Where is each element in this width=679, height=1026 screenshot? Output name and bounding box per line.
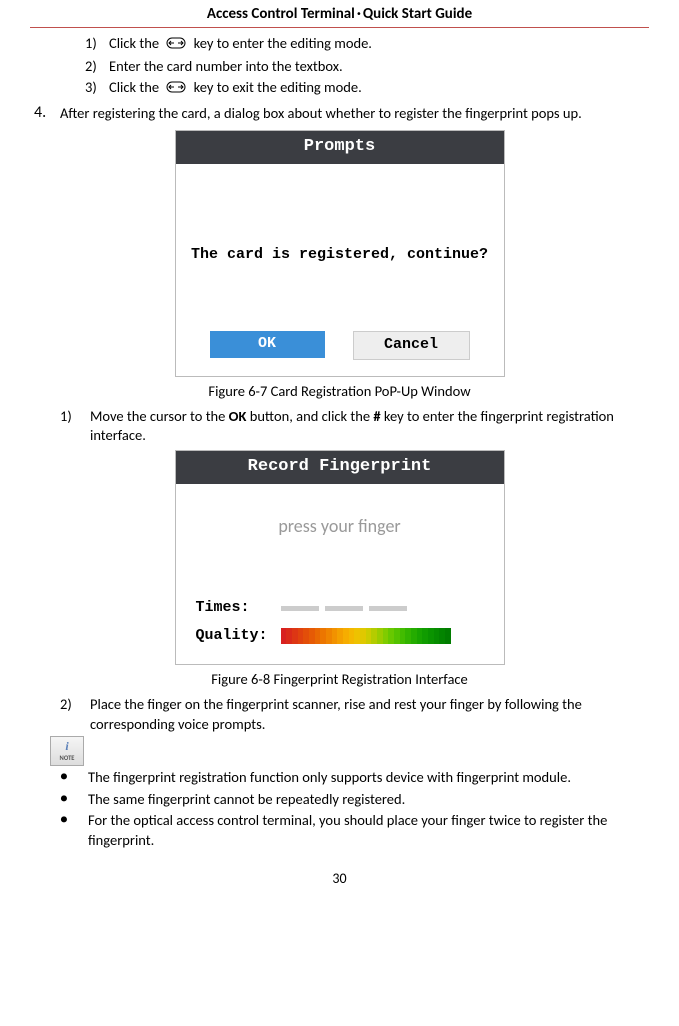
step-text: Click the key to exit the editing mode. (109, 78, 639, 98)
edit-key-icon (165, 35, 187, 55)
bullet-text: The same fingerprint cannot be repeatedl… (88, 790, 639, 810)
step-number: 2) (60, 695, 90, 734)
edit-key-icon (165, 79, 187, 99)
step-text: After registering the card, a dialog box… (60, 102, 649, 124)
note-label: NOTE (60, 754, 75, 763)
step-number: 2) (85, 57, 109, 77)
bullet-icon: ● (60, 811, 88, 850)
note-icon: i NOTE (50, 736, 84, 766)
info-i-icon: i (60, 740, 74, 754)
step-number: 1) (60, 407, 90, 446)
bullet-icon: ● (60, 768, 88, 788)
sub-steps-list-2: 1) Move the cursor to the OK button, and… (60, 407, 639, 446)
dialog-title: Prompts (176, 131, 504, 164)
step-number: 3) (85, 78, 109, 98)
quality-bar (281, 628, 451, 644)
record-fingerprint-dialog: Record Fingerprint press your finger Tim… (175, 450, 505, 666)
bullet-icon: ● (60, 790, 88, 810)
dialog-body: The card is registered, continue? (176, 164, 504, 319)
note-bullet-list: ● The fingerprint registration function … (60, 768, 639, 850)
sub-steps-list: 1) Click the key to enter the editing mo… (85, 34, 639, 98)
bullet-item: ● For the optical access control termina… (60, 811, 639, 850)
main-step-4: 4. After registering the card, a dialog … (34, 102, 649, 124)
sub-step-1b: 1) Move the cursor to the OK button, and… (60, 407, 639, 446)
page-header: Access Control Terminal·Quick Start Guid… (30, 0, 649, 27)
figure-caption-2: Figure 6-8 Fingerprint Registration Inte… (30, 670, 649, 690)
press-finger-text: press your finger (196, 514, 484, 538)
bullet-text: The fingerprint registration function on… (88, 768, 639, 788)
dialog-buttons: OK Cancel (176, 319, 504, 376)
dialog-title: Record Fingerprint (176, 451, 504, 484)
sub-step-3: 3) Click the key to exit the editing mod… (85, 78, 639, 98)
header-title-left: Access Control Terminal (207, 5, 355, 23)
bullet-text: For the optical access control terminal,… (88, 811, 639, 850)
header-divider (30, 27, 649, 28)
document-page: Access Control Terminal·Quick Start Guid… (0, 0, 679, 909)
step-number: 4. (34, 102, 60, 124)
header-separator: · (357, 5, 361, 23)
quality-label: Quality: (196, 626, 281, 646)
quality-row: Quality: (196, 626, 484, 646)
figure-caption-1: Figure 6-7 Card Registration PoP-Up Wind… (30, 382, 649, 402)
times-indicator (281, 606, 407, 611)
times-segment (369, 606, 407, 611)
ok-button[interactable]: OK (210, 331, 325, 358)
sub-step-1: 1) Click the key to enter the editing mo… (85, 34, 639, 54)
sub-step-2b: 2) Place the finger on the fingerprint s… (60, 695, 639, 734)
sub-step-2: 2) Enter the card number into the textbo… (85, 57, 639, 77)
bullet-item: ● The same fingerprint cannot be repeate… (60, 790, 639, 810)
sub-steps-list-3: 2) Place the finger on the fingerprint s… (60, 695, 639, 734)
times-label: Times: (196, 598, 281, 618)
dialog-body: press your finger Times: Quality: (176, 484, 504, 665)
step-text: Place the finger on the fingerprint scan… (90, 695, 639, 734)
cancel-button[interactable]: Cancel (353, 331, 470, 360)
step-number: 1) (85, 34, 109, 54)
times-segment (325, 606, 363, 611)
step-text: Click the key to enter the editing mode. (109, 34, 639, 54)
step-text: Enter the card number into the textbox. (109, 57, 639, 77)
prompts-dialog: Prompts The card is registered, continue… (175, 130, 505, 377)
times-row: Times: (196, 598, 484, 618)
dialog-message: The card is registered, continue? (191, 245, 488, 265)
step-text: Move the cursor to the OK button, and cl… (90, 407, 639, 446)
bullet-item: ● The fingerprint registration function … (60, 768, 639, 788)
header-title-right: Quick Start Guide (363, 5, 472, 23)
page-number: 30 (30, 870, 649, 889)
times-segment (281, 606, 319, 611)
